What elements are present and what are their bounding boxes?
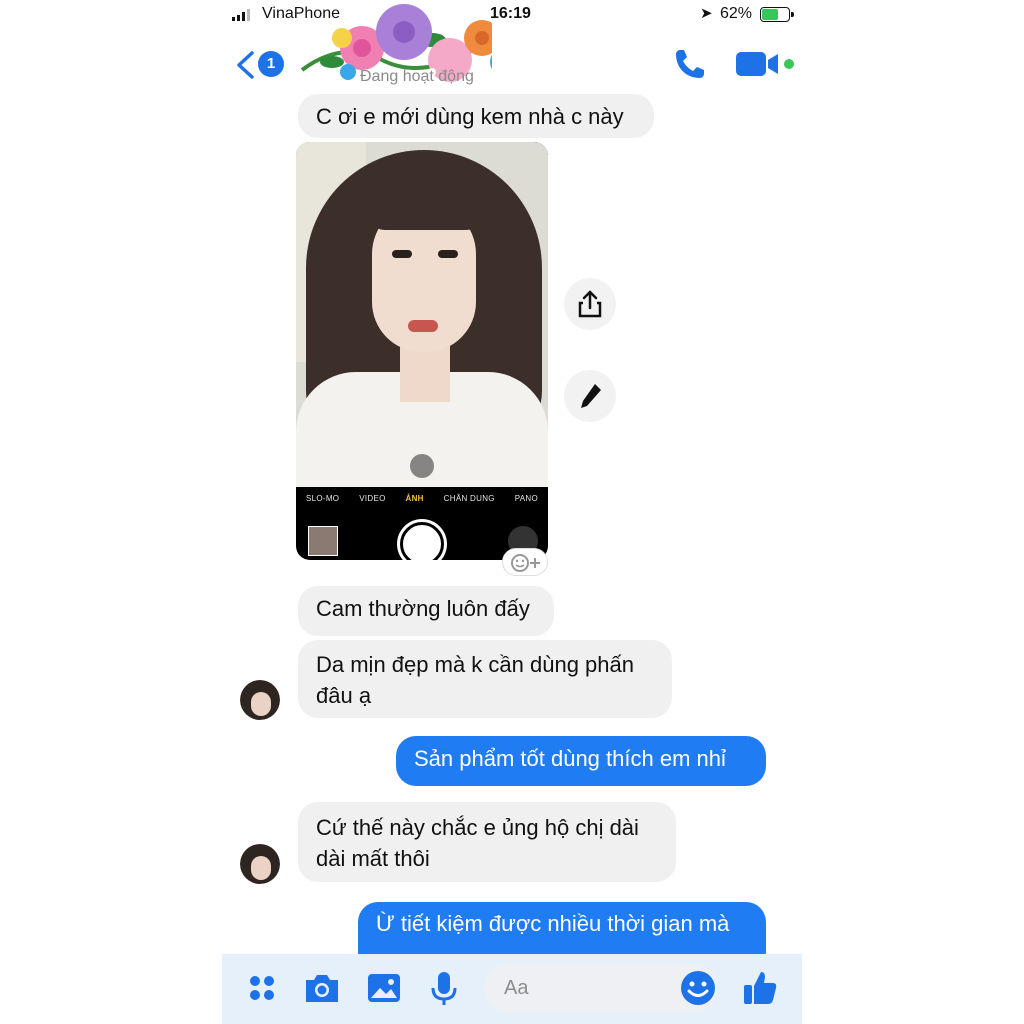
edit-button[interactable] (564, 370, 616, 422)
emoji-icon (681, 971, 715, 1005)
battery-icon (760, 7, 794, 22)
conversation-header: 1 Đang hoạt động (222, 4, 802, 98)
status-time: 16:19 (490, 5, 531, 22)
emoji-button[interactable] (678, 968, 718, 1008)
battery-percent: 62% (720, 5, 753, 22)
menu-button[interactable] (242, 968, 282, 1008)
add-reaction-icon (511, 554, 540, 572)
microphone-icon (431, 972, 457, 1005)
add-reaction-button[interactable] (502, 548, 548, 576)
menu-dots-icon (250, 976, 274, 1000)
back-chevron-icon (237, 51, 254, 79)
microphone-button[interactable] (424, 968, 464, 1008)
pencil-icon (581, 384, 601, 408)
back-button[interactable]: 1 (234, 48, 288, 80)
share-icon (578, 290, 602, 318)
camera-mode: PANO (514, 494, 539, 503)
active-status: Đang hoạt động (360, 68, 474, 85)
share-button[interactable] (564, 278, 616, 330)
gallery-button[interactable] (364, 968, 404, 1008)
location-arrow-icon: ➤ (700, 5, 713, 22)
message-bubble[interactable]: C ơi e mới dùng kem nhà c này (298, 94, 654, 138)
camera-icon (306, 975, 338, 1002)
gallery-thumbnail (308, 526, 338, 556)
selfie-photo (296, 142, 548, 487)
camera-mode: SLO-MO (305, 494, 340, 503)
message-composer: Aa (222, 954, 802, 1024)
gallery-icon (368, 974, 400, 1002)
signal-icon (232, 9, 250, 21)
image-message[interactable]: SLO-MO VIDEO ẢNH CHÂN DUNG PANO (296, 142, 548, 560)
camera-mode-active: ẢNH (405, 494, 424, 503)
camera-button[interactable] (302, 968, 342, 1008)
shutter-icon (400, 522, 444, 560)
avatar[interactable] (240, 844, 280, 884)
message-input-placeholder: Aa (504, 977, 529, 999)
message-bubble-outgoing[interactable]: Sản phẩm tốt dùng thích em nhỉ (396, 736, 766, 786)
video-call-icon (736, 52, 794, 76)
phone-call-icon (676, 50, 704, 78)
thumbs-up-icon (744, 972, 777, 1004)
camera-mode: CHÂN DUNG (443, 494, 495, 503)
message-bubble[interactable]: Cứ thế này chắc e ủng hộ chị dài dài mất… (298, 802, 676, 882)
video-call-button[interactable] (734, 48, 796, 80)
camera-mode: VIDEO (359, 494, 386, 503)
phone-call-button[interactable] (670, 44, 710, 84)
message-bubble[interactable]: Cam thường luôn đấy (298, 586, 554, 636)
messenger-screen: VinaPhone 16:19 ➤ 62% 1 Đang hoạt động C… (222, 0, 802, 1024)
like-button[interactable] (740, 968, 780, 1008)
zoom-icon (410, 454, 434, 478)
avatar[interactable] (240, 680, 280, 720)
message-bubble[interactable]: Da mịn đẹp mà k cần dùng phấn đâu ạ (298, 640, 672, 718)
camera-modes: SLO-MO VIDEO ẢNH CHÂN DUNG PANO (296, 494, 548, 514)
unread-badge: 1 (258, 51, 284, 77)
